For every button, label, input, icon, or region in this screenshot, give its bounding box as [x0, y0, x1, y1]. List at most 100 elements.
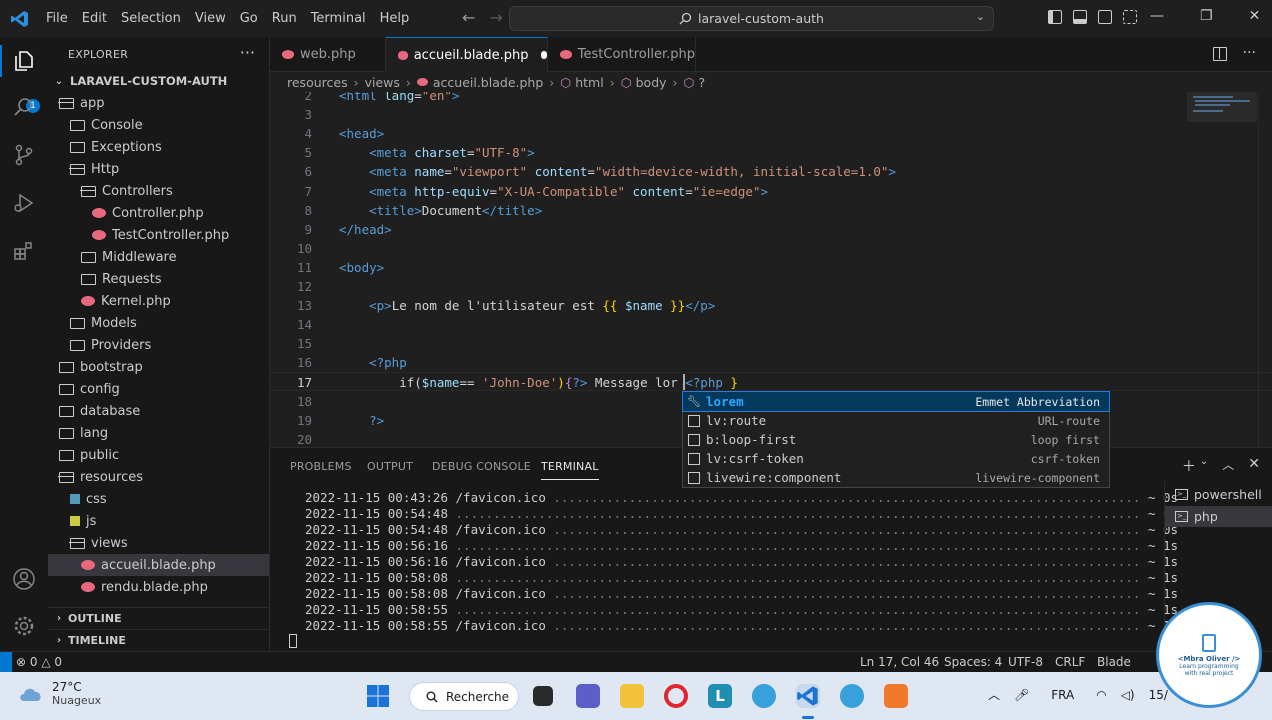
- menu-selection[interactable]: Selection: [121, 11, 181, 26]
- tree-item[interactable]: Exceptions: [48, 136, 269, 158]
- encoding[interactable]: UTF-8: [1008, 655, 1043, 669]
- tab-debug-console[interactable]: DEBUG CONSOLE: [432, 460, 531, 473]
- app-l-icon[interactable]: L: [708, 684, 732, 708]
- tree-item[interactable]: rendu.blade.php: [48, 576, 269, 598]
- breadcrumb-item[interactable]: html: [575, 75, 603, 90]
- breadcrumb-item[interactable]: accueil.blade.php: [433, 75, 543, 90]
- task-view-icon[interactable]: [533, 686, 553, 706]
- breadcrumb-item[interactable]: views: [365, 75, 400, 90]
- cursor-position[interactable]: Ln 17, Col 46: [860, 655, 939, 669]
- tab-terminal[interactable]: TERMINAL: [541, 460, 599, 480]
- extensions-icon[interactable]: [12, 239, 36, 263]
- source-control-icon[interactable]: [12, 143, 36, 167]
- tree-item[interactable]: views: [48, 532, 269, 554]
- unsaved-dot-icon[interactable]: [540, 51, 547, 59]
- indentation[interactable]: Spaces: 4: [944, 655, 1002, 669]
- language-indicator[interactable]: FRA: [1051, 688, 1074, 702]
- customize-layout-icon[interactable]: [1123, 10, 1137, 24]
- weather-widget[interactable]: 27°C Nuageux: [18, 680, 101, 707]
- remote-indicator[interactable]: [0, 652, 12, 673]
- volume-icon[interactable]: ◁): [1121, 688, 1135, 702]
- opera-icon[interactable]: [664, 684, 688, 708]
- menu-go[interactable]: Go: [240, 11, 258, 26]
- line-ending[interactable]: CRLF: [1055, 655, 1085, 669]
- tab-problems[interactable]: PROBLEMS: [290, 460, 352, 473]
- tree-item[interactable]: Middleware: [48, 246, 269, 268]
- more-actions-icon[interactable]: ···: [240, 43, 255, 62]
- tree-item[interactable]: resources: [48, 466, 269, 488]
- problems-count[interactable]: ⊗ 0 △ 0: [16, 655, 62, 669]
- file-explorer-icon[interactable]: [620, 684, 644, 708]
- tree-item[interactable]: Controller.php: [48, 202, 269, 224]
- wifi-icon[interactable]: ◠: [1096, 688, 1106, 702]
- forward-arrow-icon[interactable]: →: [489, 8, 502, 27]
- back-arrow-icon[interactable]: ←: [462, 8, 475, 27]
- tree-item[interactable]: TestController.php: [48, 224, 269, 246]
- restore-icon[interactable]: ❐: [1200, 8, 1213, 24]
- tree-item[interactable]: Models: [48, 312, 269, 334]
- toggle-secondary-sidebar-icon[interactable]: [1098, 10, 1112, 24]
- microphone-icon[interactable]: 🎤︎: [1014, 688, 1029, 702]
- tree-item[interactable]: config: [48, 378, 269, 400]
- search-icon[interactable]: [12, 95, 36, 119]
- app-orange-icon[interactable]: [884, 684, 908, 708]
- taskbar-search[interactable]: Recherche: [409, 682, 519, 711]
- tree-item[interactable]: Kernel.php: [48, 290, 269, 312]
- new-terminal-icon[interactable]: ＋: [1182, 456, 1196, 476]
- account-icon[interactable]: [12, 567, 36, 591]
- tree-item[interactable]: lang: [48, 422, 269, 444]
- menu-run[interactable]: Run: [272, 11, 297, 26]
- tree-item[interactable]: Requests: [48, 268, 269, 290]
- maximize-panel-icon[interactable]: ︿: [1222, 456, 1234, 476]
- tab-accueil-blade[interactable]: accueil.blade.php: [386, 37, 548, 72]
- tree-item[interactable]: Console: [48, 114, 269, 136]
- chevron-up-icon[interactable]: ︿: [988, 686, 1000, 703]
- tab-output[interactable]: OUTPUT: [367, 460, 413, 473]
- terminal-php[interactable]: >_ php: [1165, 506, 1272, 527]
- chevron-down-icon[interactable]: ⌄: [976, 10, 985, 23]
- suggestion-item[interactable]: lv:csrf-token csrf-token: [683, 449, 1109, 468]
- minimize-icon[interactable]: —: [1150, 8, 1164, 24]
- menu-edit[interactable]: Edit: [82, 11, 107, 26]
- tree-item[interactable]: Http: [48, 158, 269, 180]
- close-panel-icon[interactable]: ✕: [1248, 456, 1260, 476]
- tab-web-php[interactable]: web.php: [270, 37, 386, 72]
- gear-icon[interactable]: [12, 614, 36, 638]
- terminal-powershell[interactable]: >_ powershell: [1165, 484, 1272, 505]
- command-center[interactable]: laravel-custom-auth ⌄: [509, 6, 994, 31]
- menu-terminal[interactable]: Terminal: [311, 11, 366, 26]
- suggestion-item[interactable]: livewire:component livewire-component: [683, 468, 1109, 487]
- menu-file[interactable]: File: [46, 11, 68, 26]
- suggestion-item[interactable]: lv:route URL-route: [683, 411, 1109, 430]
- tree-item[interactable]: bootstrap: [48, 356, 269, 378]
- vscode-taskbar-icon[interactable]: [796, 684, 820, 708]
- tree-item[interactable]: accueil.blade.php: [48, 554, 269, 576]
- editor-scrollbar[interactable]: [1258, 92, 1272, 447]
- tree-item[interactable]: Providers: [48, 334, 269, 356]
- menu-view[interactable]: View: [195, 11, 226, 26]
- tree-item[interactable]: css: [48, 488, 269, 510]
- menu-help[interactable]: Help: [380, 11, 410, 26]
- breadcrumb-item[interactable]: ?: [698, 75, 705, 90]
- tree-item[interactable]: public: [48, 444, 269, 466]
- suggestion-item[interactable]: b:loop-first loop first: [683, 430, 1109, 449]
- run-debug-icon[interactable]: [12, 191, 36, 215]
- tree-item[interactable]: Controllers: [48, 180, 269, 202]
- tree-item[interactable]: js: [48, 510, 269, 532]
- breadcrumb-item[interactable]: body: [636, 75, 667, 90]
- chevron-down-icon[interactable]: ⌄: [1200, 456, 1208, 476]
- more-actions-icon[interactable]: ···: [1243, 46, 1256, 61]
- tab-testcontroller[interactable]: TestController.php: [548, 37, 696, 72]
- explorer-icon[interactable]: [12, 49, 36, 73]
- clock-date[interactable]: 15/: [1149, 688, 1168, 702]
- browser-icon[interactable]: [752, 684, 776, 708]
- outline-section[interactable]: › OUTLINE: [48, 607, 269, 629]
- teams-icon[interactable]: [576, 684, 600, 708]
- toggle-sidebar-icon[interactable]: [1048, 10, 1062, 24]
- project-root[interactable]: ⌄ LARAVEL-CUSTOM-AUTH: [48, 70, 269, 92]
- windows-start-icon[interactable]: [366, 684, 390, 708]
- browser-2-icon[interactable]: [840, 684, 864, 708]
- close-icon[interactable]: ✕: [1249, 8, 1261, 24]
- language-mode[interactable]: Blade: [1097, 655, 1131, 669]
- split-editor-icon[interactable]: [1212, 47, 1227, 61]
